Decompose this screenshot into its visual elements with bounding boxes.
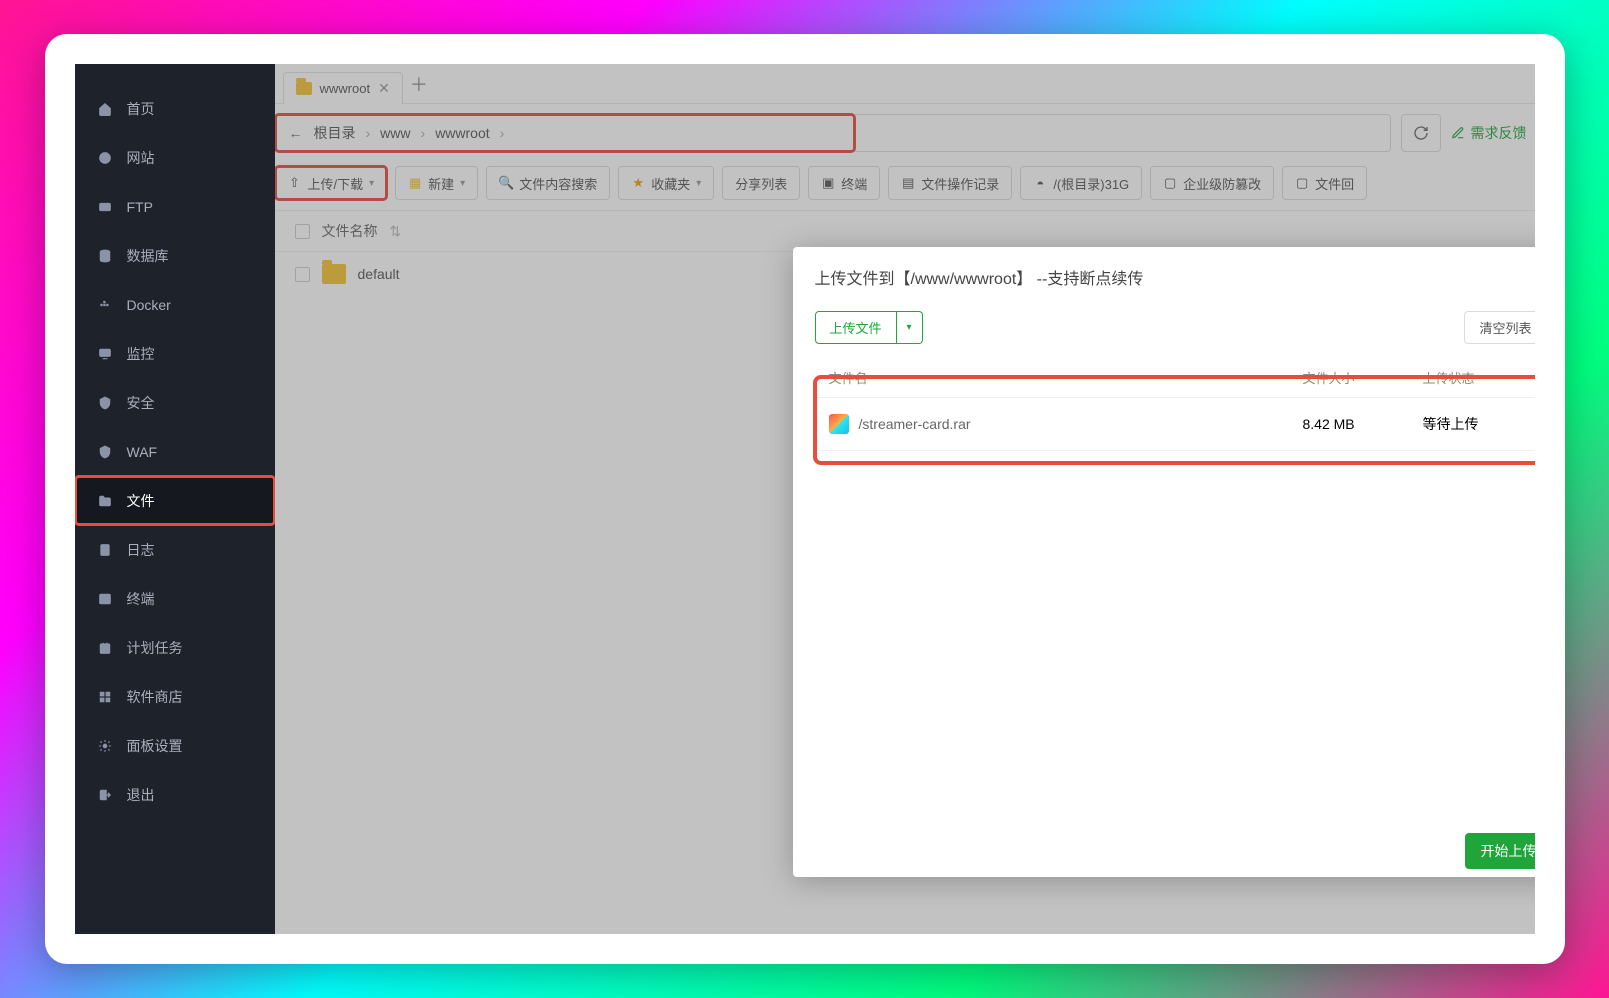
- terminal-icon: [97, 591, 113, 607]
- sidebar-item-label: 软件商店: [127, 687, 183, 707]
- sidebar-item-store[interactable]: 软件商店: [75, 672, 275, 721]
- shield-icon: [97, 395, 113, 411]
- sidebar-item-label: 首页: [127, 99, 155, 119]
- sidebar-item-label: 监控: [127, 344, 155, 364]
- sidebar-item-security[interactable]: 安全: [75, 378, 275, 427]
- upload-table: 文件名 文件大小 上传状态 /streamer-card.rar 8.42 MB…: [815, 358, 1535, 451]
- upload-dropdown-button[interactable]: ▾: [897, 311, 923, 344]
- sidebar-item-label: 日志: [127, 540, 155, 560]
- sidebar-item-label: FTP: [127, 199, 153, 215]
- upload-modal: ✕ 上传文件到【/www/wwwroot】 --支持断点续传 上传文件 ▾ 清空…: [793, 247, 1535, 877]
- calendar-icon: [97, 640, 113, 656]
- sidebar-item-label: WAF: [127, 444, 158, 460]
- sidebar-item-settings[interactable]: 面板设置: [75, 721, 275, 770]
- sidebar-item-monitor[interactable]: 监控: [75, 329, 275, 378]
- archive-icon: [829, 414, 849, 434]
- docker-icon: [97, 297, 113, 313]
- upload-file-size: 8.42 MB: [1303, 416, 1423, 432]
- sidebar-item-database[interactable]: 数据库: [75, 231, 275, 280]
- sidebar-item-cron[interactable]: 计划任务: [75, 623, 275, 672]
- sidebar-item-terminal[interactable]: 终端: [75, 574, 275, 623]
- gear-icon: [97, 738, 113, 754]
- sidebar-item-ftp[interactable]: FTP: [75, 182, 275, 231]
- shield-check-icon: [97, 444, 113, 460]
- sidebar-item-label: Docker: [127, 297, 171, 313]
- grid-icon: [97, 689, 113, 705]
- col-status: 上传状态: [1423, 368, 1533, 387]
- modal-title: 上传文件到【/www/wwwroot】 --支持断点续传: [793, 247, 1535, 303]
- col-filename: 文件名: [829, 368, 1303, 387]
- ftp-icon: [97, 199, 113, 215]
- sidebar-item-docker[interactable]: Docker: [75, 280, 275, 329]
- sidebar: 首页 网站 FTP 数据库 Docker 监控 安全 WAF 文件 日志 终端 …: [75, 64, 275, 934]
- sidebar-item-logs[interactable]: 日志: [75, 525, 275, 574]
- main-content: wwwroot ✕ ＋ ← 根目录 › www › wwwroot ›: [275, 64, 1535, 934]
- sidebar-item-waf[interactable]: WAF: [75, 427, 275, 476]
- sidebar-item-site[interactable]: 网站: [75, 133, 275, 182]
- sidebar-item-label: 退出: [127, 785, 155, 805]
- home-icon: [97, 101, 113, 117]
- log-icon: [97, 542, 113, 558]
- clear-list-button[interactable]: 清空列表: [1464, 311, 1534, 344]
- monitor-icon: [97, 346, 113, 362]
- database-icon: [97, 248, 113, 264]
- sidebar-item-label: 面板设置: [127, 736, 183, 756]
- sidebar-item-files[interactable]: 文件: [75, 476, 275, 525]
- upload-file-status: 等待上传: [1423, 414, 1533, 434]
- folder-icon: [97, 493, 113, 509]
- sidebar-item-logout[interactable]: 退出: [75, 770, 275, 819]
- upload-file-button[interactable]: 上传文件: [815, 311, 897, 344]
- globe-icon: [97, 150, 113, 166]
- sidebar-item-label: 文件: [127, 491, 155, 511]
- sidebar-item-label: 计划任务: [127, 638, 183, 658]
- upload-file-name: /streamer-card.rar: [859, 416, 971, 432]
- sidebar-item-label: 数据库: [127, 246, 169, 266]
- chevron-down-icon: ▾: [907, 322, 912, 333]
- sidebar-item-label: 终端: [127, 589, 155, 609]
- sidebar-item-home[interactable]: 首页: [75, 84, 275, 133]
- start-upload-button[interactable]: 开始上传: [1465, 833, 1535, 869]
- logout-icon: [97, 787, 113, 803]
- sidebar-item-label: 安全: [127, 393, 155, 413]
- upload-row[interactable]: /streamer-card.rar 8.42 MB 等待上传: [815, 398, 1535, 451]
- col-filesize: 文件大小: [1303, 368, 1423, 387]
- sidebar-item-label: 网站: [127, 148, 155, 168]
